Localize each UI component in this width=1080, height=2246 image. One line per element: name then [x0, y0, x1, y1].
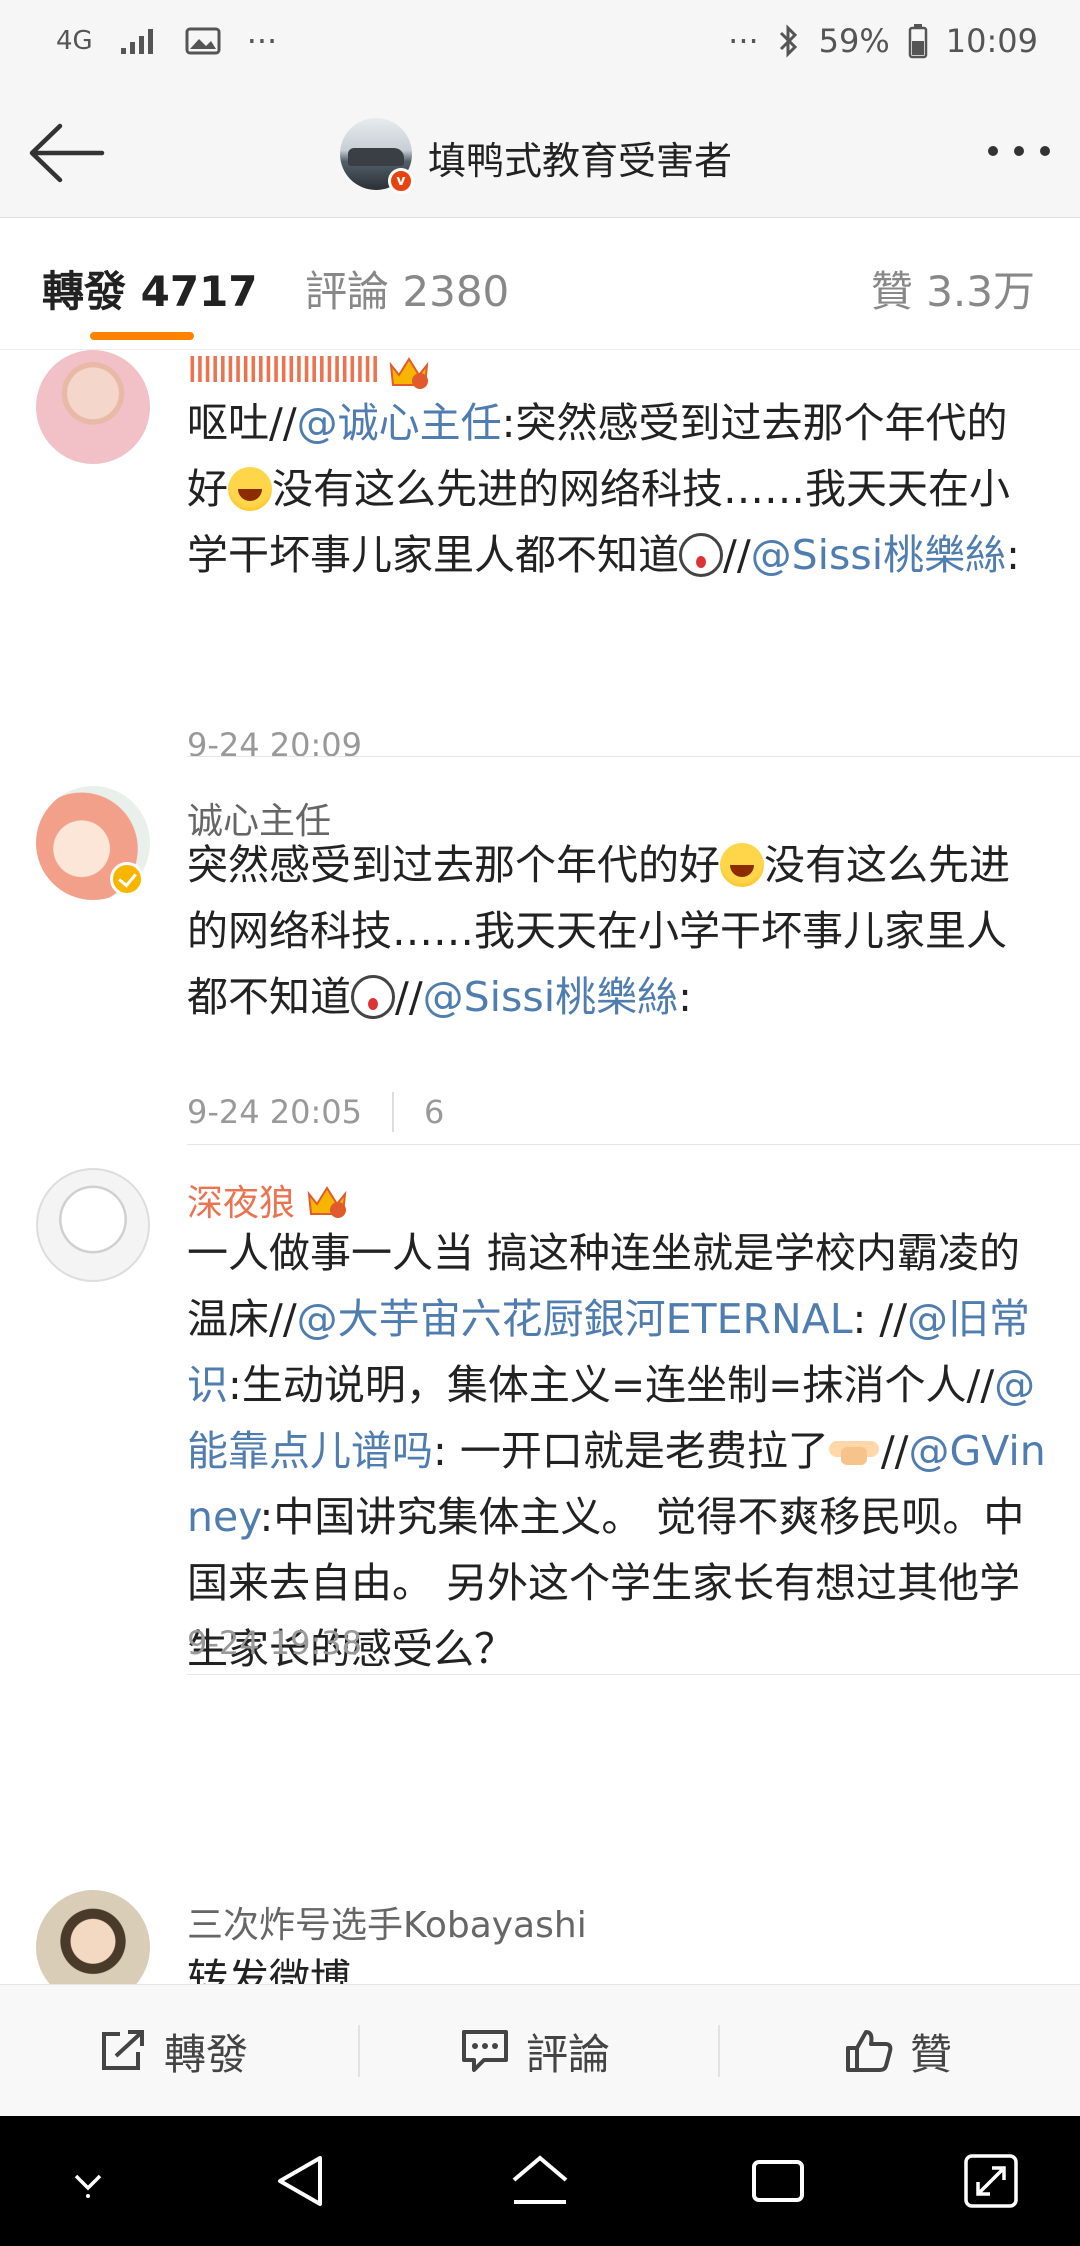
like-label: 贊	[910, 2029, 953, 2079]
mention-link[interactable]: @大芋宙六花厨銀河ETERNAL	[297, 1295, 853, 1343]
username[interactable]: 三次炸号选手Kobayashi	[187, 1896, 587, 1948]
signal-icon	[120, 29, 153, 54]
comment-icon	[462, 2030, 508, 2072]
home-icon[interactable]	[508, 2152, 572, 2210]
tab-repost-count: 4717	[140, 267, 258, 316]
content-text: : 一开口就是老费拉了	[433, 1427, 829, 1475]
separator	[718, 2025, 720, 2077]
repost-content: 呕吐//@诚心主任:突然感受到过去那个年代的好 没有这么先进的网络科技……我天天在…	[187, 390, 1047, 588]
username[interactable]: 深夜狼	[187, 1174, 349, 1226]
username[interactable]: IIIIIIIIIIIIIIIIIIIIIIIII	[187, 350, 431, 391]
shock-emoji-icon	[679, 533, 723, 577]
thumbs-up-icon	[846, 2030, 893, 2072]
battery-percent: 59%	[818, 22, 890, 60]
status-bar: 4G ··· ··· 59% 10:09	[0, 0, 1080, 90]
point-emoji-icon	[828, 1429, 881, 1473]
verified-badge: v	[388, 168, 414, 194]
status-time: 10:09	[945, 22, 1038, 60]
content-text: :	[678, 973, 692, 1021]
more-options-icon[interactable]	[988, 146, 1050, 156]
repost-meta: 9-24 19:38	[187, 1624, 362, 1662]
back-arrow-icon[interactable]	[26, 120, 106, 186]
repost-content: 转发微博	[187, 1946, 1047, 1984]
repost-content: 一人做事一人当 搞这种连坐就是学校内霸凌的温床//@大芋宙六花厨銀河ETERNA…	[187, 1220, 1047, 1682]
content-text: 呕吐//	[187, 399, 297, 447]
post-time: 9-24 20:09	[187, 726, 363, 764]
bottom-action-bar: 轉發 評論 贊	[0, 1984, 1080, 2116]
top-header: v 填鸭式教育受害者	[0, 90, 1080, 218]
post-time: 9-24 19:38	[187, 1624, 363, 1662]
back-triangle-icon[interactable]	[274, 2152, 326, 2210]
laugh-emoji-icon	[720, 843, 764, 887]
mention-link[interactable]: @Sissi桃樂絲	[751, 531, 1007, 579]
status-more-right: ···	[728, 22, 759, 60]
tab-comment-label: 評論	[305, 267, 390, 316]
content-text: :生动说明，集体主义=连坐制=抹消个人//	[228, 1361, 995, 1409]
content-text: 转发微博	[187, 1955, 351, 1984]
network-label: 4G	[56, 26, 93, 56]
bluetooth-icon	[779, 24, 797, 58]
shock-emoji-icon	[351, 975, 395, 1019]
content-text: : //	[852, 1295, 908, 1343]
content-text: :	[1006, 531, 1020, 579]
tab-like-label: 贊	[870, 267, 913, 316]
expand-icon[interactable]	[962, 2152, 1020, 2210]
tab-bar: 轉發 4717 評論 2380 贊 3.3万	[0, 218, 1080, 350]
status-more-label: ···	[246, 22, 278, 60]
vip-crown-icon	[307, 1186, 347, 1218]
user-avatar[interactable]	[36, 350, 150, 464]
like-count[interactable]: 6	[424, 1093, 444, 1131]
content-text: 突然感受到过去那个年代的好	[187, 841, 720, 889]
comment-label: 評論	[526, 2029, 611, 2079]
tab-comment[interactable]: 評論 2380	[305, 258, 509, 319]
recent-apps-icon[interactable]	[748, 2152, 808, 2210]
repost-button[interactable]: 轉發	[98, 1985, 248, 2117]
page-title: 填鸭式教育受害者	[428, 139, 733, 183]
content-text: //	[395, 973, 423, 1021]
system-nav-bar	[0, 2116, 1080, 2246]
mention-link[interactable]: @诚心主任	[297, 399, 502, 447]
repost-meta: 9-24 20:09	[187, 726, 362, 764]
laugh-emoji-icon	[228, 467, 272, 511]
tab-repost-label: 轉發	[42, 267, 127, 316]
repost-label: 轉發	[164, 2029, 249, 2079]
post-time: 9-24 20:05	[187, 1093, 363, 1131]
vip-crown-icon	[390, 356, 429, 389]
divider	[187, 756, 1080, 757]
tab-comment-count: 2380	[402, 267, 510, 316]
repost-icon	[102, 2030, 144, 2070]
battery-icon	[908, 24, 928, 59]
user-avatar[interactable]	[36, 1890, 150, 1984]
comment-button[interactable]: 評論	[460, 1985, 610, 2117]
meta-separator	[392, 1092, 395, 1132]
content-text: //	[880, 1427, 909, 1475]
repost-meta: 9-24 20:05 6	[187, 1092, 444, 1132]
verified-badge	[110, 862, 144, 896]
divider	[187, 1674, 1080, 1675]
gallery-icon	[185, 27, 221, 55]
repost-list: IIIIIIIIIIIIIIIIIIIIIIIII 呕吐//@诚心主任:突然感受…	[0, 350, 1080, 1984]
chevron-down-icon[interactable]	[66, 2160, 110, 2204]
tab-like-count: 3.3万	[926, 267, 1035, 316]
tab-repost[interactable]: 轉發 4717	[42, 258, 258, 319]
separator	[358, 2025, 360, 2077]
mention-link[interactable]: @Sissi桃樂絲	[423, 973, 679, 1021]
like-button[interactable]: 贊	[844, 1985, 952, 2117]
user-avatar[interactable]	[36, 1168, 150, 1282]
tab-like[interactable]: 贊 3.3万	[871, 258, 1035, 319]
content-text: //	[723, 531, 751, 579]
divider	[187, 1144, 1080, 1145]
active-tab-indicator	[90, 332, 194, 340]
repost-content: 突然感受到过去那个年代的好 没有这么先进的网络科技……我天天在小学干坏事儿家里人都…	[187, 832, 1047, 1030]
